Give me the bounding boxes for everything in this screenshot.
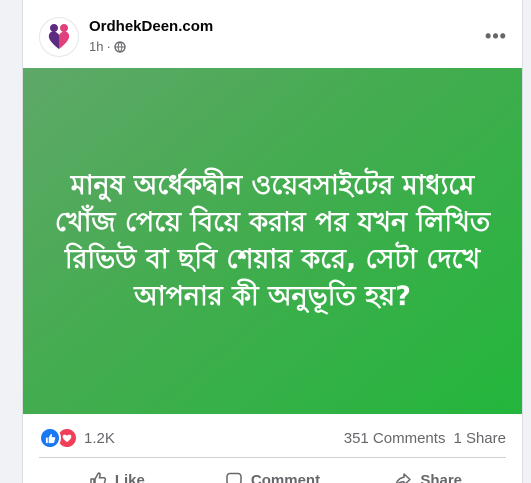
post-image[interactable]: মানুষ অর্ধেকদ্বীন ওয়েবসাইটের মাধ্যমে খো… <box>23 68 522 414</box>
actions-divider <box>39 457 506 458</box>
post-card: OrdhekDeen.com 1h · ••• মানুষ অর্ধেকদ্বী… <box>22 0 523 483</box>
meta-separator: · <box>106 39 111 54</box>
post-timestamp[interactable]: 1h <box>89 39 103 54</box>
comment-button[interactable]: Comment <box>195 462 351 483</box>
like-button[interactable]: Like <box>39 462 195 483</box>
comment-label: Comment <box>250 471 321 483</box>
post-header: OrdhekDeen.com 1h · ••• <box>23 0 522 68</box>
reactions-summary[interactable]: 1.2K <box>39 427 115 449</box>
share-label: Share <box>420 471 463 483</box>
ordhekdeen-logo-icon <box>48 24 70 49</box>
like-reaction-icon <box>39 427 61 449</box>
page-avatar[interactable] <box>39 17 79 57</box>
reactions-count: 1.2K <box>84 429 115 447</box>
globe-icon[interactable] <box>114 40 126 53</box>
post-stats: 1.2K 351 Comments 1 Share <box>23 422 522 452</box>
share-arrow-icon <box>396 473 412 483</box>
page-name-link[interactable]: OrdhekDeen.com <box>89 18 213 35</box>
thumbs-up-icon <box>90 472 106 483</box>
engagement-counts: 351 Comments 1 Share <box>344 430 506 447</box>
post-actions: Like Comment Share <box>39 462 506 483</box>
comment-bubble-icon <box>226 472 242 483</box>
more-options-button[interactable]: ••• <box>482 22 510 50</box>
share-button[interactable]: Share <box>350 462 506 483</box>
shares-count-link[interactable]: 1 Share <box>453 430 506 447</box>
like-label: Like <box>114 471 145 483</box>
post-meta: 1h · <box>89 39 126 54</box>
post-image-text: মানুষ অর্ধেকদ্বীন ওয়েবসাইটের মাধ্যমে খো… <box>54 170 491 312</box>
comments-count-link[interactable]: 351 Comments <box>344 430 446 447</box>
more-horizontal-icon: ••• <box>485 25 507 46</box>
